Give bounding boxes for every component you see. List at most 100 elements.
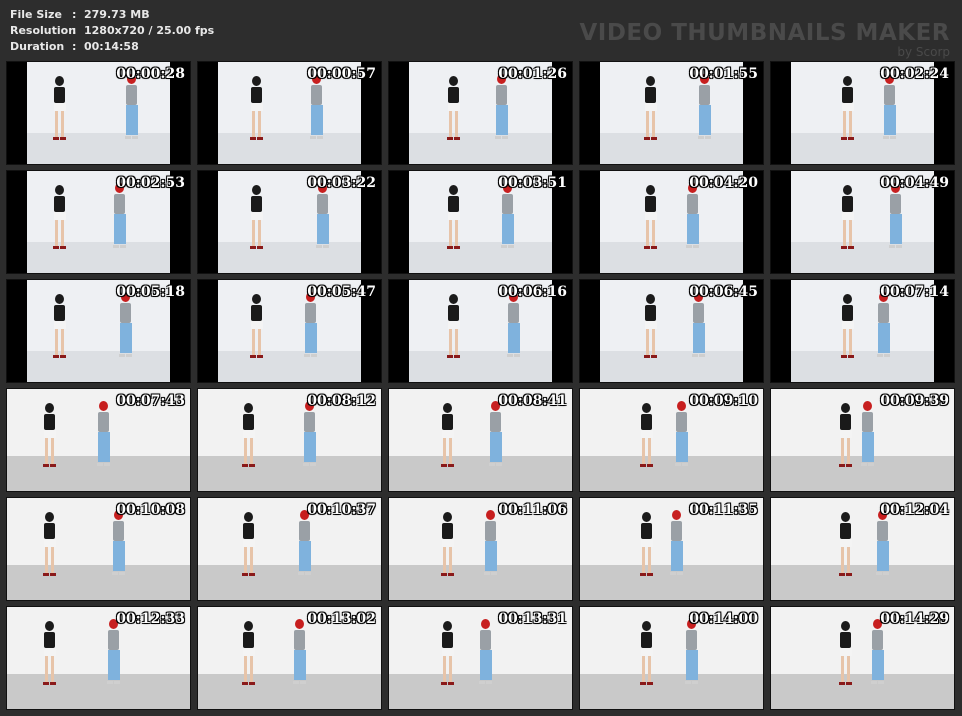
letterbox-bar (7, 171, 27, 273)
thumbnail[interactable]: 00:13:31 (388, 606, 573, 710)
resolution-row: Resolution : 1280x720 / 25.00 fps (10, 23, 214, 39)
scene-floor (771, 242, 954, 273)
timestamp-label: 00:08:41 (498, 393, 567, 409)
file-size-row: File Size : 279.73 MB (10, 7, 214, 23)
letterbox-bar (389, 280, 409, 382)
thumbnail[interactable]: 00:07:14 (770, 279, 955, 383)
thumbnail[interactable]: 00:01:26 (388, 61, 573, 165)
letterbox-bar (198, 280, 218, 382)
letterbox-bar (771, 62, 791, 164)
letterbox-bar (389, 62, 409, 164)
thumbnail[interactable]: 00:13:02 (197, 606, 382, 710)
brand-subtitle: by Scorp (897, 45, 950, 59)
thumbnail[interactable]: 00:05:47 (197, 279, 382, 383)
thumbnail[interactable]: 00:09:39 (770, 388, 955, 492)
thumbnail[interactable]: 00:04:49 (770, 170, 955, 274)
letterbox-bar (389, 171, 409, 273)
thumbnail[interactable]: 00:00:28 (6, 61, 191, 165)
thumbnail[interactable]: 00:10:37 (197, 497, 382, 601)
timestamp-label: 00:13:31 (498, 611, 567, 627)
thumbnail[interactable]: 00:02:24 (770, 61, 955, 165)
timestamp-label: 00:08:12 (307, 393, 376, 409)
timestamp-label: 00:14:00 (689, 611, 758, 627)
timestamp-label: 00:12:33 (116, 611, 185, 627)
duration-label: Duration (10, 40, 65, 53)
thumbnail[interactable]: 00:11:35 (579, 497, 764, 601)
thumbnail[interactable]: 00:00:57 (197, 61, 382, 165)
letterbox-bar (580, 280, 600, 382)
scene-floor (389, 133, 572, 164)
thumbnail[interactable]: 00:11:06 (388, 497, 573, 601)
scene-floor (198, 351, 381, 382)
thumbnail[interactable]: 00:12:33 (6, 606, 191, 710)
thumbnail[interactable]: 00:14:29 (770, 606, 955, 710)
duration-separator: : (72, 40, 77, 53)
thumbnail[interactable]: 00:03:51 (388, 170, 573, 274)
letterbox-bar (198, 62, 218, 164)
thumbnail[interactable]: 00:03:22 (197, 170, 382, 274)
timestamp-label: 00:07:43 (116, 393, 185, 409)
duration-value: 00:14:58 (84, 40, 139, 53)
timestamp-label: 00:06:16 (498, 284, 567, 300)
letterbox-bar (580, 62, 600, 164)
file-size-separator: : (72, 8, 77, 21)
scene-floor (580, 456, 763, 491)
scene-floor (198, 456, 381, 491)
timestamp-label: 00:02:53 (116, 175, 185, 191)
thumbnail[interactable]: 00:05:18 (6, 279, 191, 383)
scene-floor (580, 133, 763, 164)
timestamp-label: 00:09:10 (689, 393, 758, 409)
scene-floor (389, 351, 572, 382)
timestamp-label: 00:09:39 (880, 393, 949, 409)
scene-floor (7, 565, 190, 600)
scene-floor (771, 674, 954, 709)
thumbnail[interactable]: 00:04:20 (579, 170, 764, 274)
scene-floor (198, 674, 381, 709)
thumbnail[interactable]: 00:07:43 (6, 388, 191, 492)
timestamp-label: 00:00:28 (116, 66, 185, 82)
scene-floor (389, 565, 572, 600)
thumbnail[interactable]: 00:12:04 (770, 497, 955, 601)
timestamp-label: 00:00:57 (307, 66, 376, 82)
scene-floor (7, 674, 190, 709)
scene-floor (389, 456, 572, 491)
scene-floor (580, 351, 763, 382)
timestamp-label: 00:12:04 (880, 502, 949, 518)
thumbnail[interactable]: 00:14:00 (579, 606, 764, 710)
thumbnail[interactable]: 00:10:08 (6, 497, 191, 601)
timestamp-label: 00:04:20 (689, 175, 758, 191)
thumbnail[interactable]: 00:08:12 (197, 388, 382, 492)
thumbnail[interactable]: 00:06:45 (579, 279, 764, 383)
timestamp-label: 00:01:55 (689, 66, 758, 82)
thumbnail[interactable]: 00:06:16 (388, 279, 573, 383)
scene-floor (580, 674, 763, 709)
letterbox-bar (7, 62, 27, 164)
timestamp-label: 00:11:35 (689, 502, 758, 518)
scene-floor (771, 351, 954, 382)
timestamp-label: 00:14:29 (880, 611, 949, 627)
scene-floor (7, 351, 190, 382)
resolution-label: Resolution (10, 24, 77, 37)
file-size-value: 279.73 MB (84, 8, 150, 21)
thumbnail[interactable]: 00:01:55 (579, 61, 764, 165)
scene-floor (198, 133, 381, 164)
thumbnail[interactable]: 00:02:53 (6, 170, 191, 274)
timestamp-label: 00:10:08 (116, 502, 185, 518)
resolution-value: 1280x720 / 25.00 fps (84, 24, 215, 37)
file-size-label: File Size (10, 8, 62, 21)
timestamp-label: 00:10:37 (307, 502, 376, 518)
brand-title: VIDEO THUMBNAILS MAKER (579, 20, 950, 46)
timestamp-label: 00:05:47 (307, 284, 376, 300)
thumbnail-grid: 00:00:28 00:00:57 00:01:26 00:01:55 00:02:24… (6, 61, 955, 710)
timestamp-label: 00:01:26 (498, 66, 567, 82)
letterbox-bar (198, 171, 218, 273)
timestamp-label: 00:02:24 (880, 66, 949, 82)
resolution-separator: : (72, 24, 77, 37)
scene-floor (389, 242, 572, 273)
letterbox-bar (7, 280, 27, 382)
timestamp-label: 00:05:18 (116, 284, 185, 300)
thumbnail[interactable]: 00:08:41 (388, 388, 573, 492)
thumbnail[interactable]: 00:09:10 (579, 388, 764, 492)
scene-floor (580, 242, 763, 273)
timestamp-label: 00:13:02 (307, 611, 376, 627)
